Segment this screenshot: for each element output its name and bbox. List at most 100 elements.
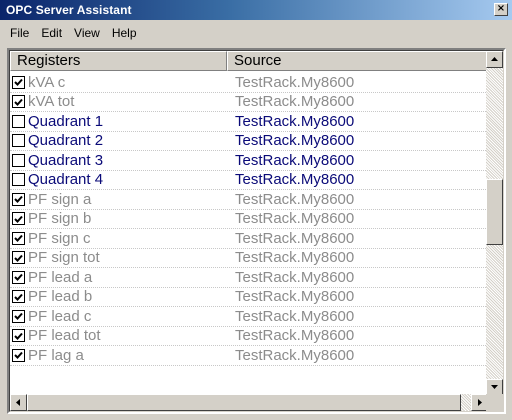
checkbox-checked[interactable] <box>12 270 25 284</box>
source-cell: TestRack.My8600 <box>235 132 355 150</box>
register-cell: PF sign a <box>10 191 227 208</box>
checkmark-icon <box>14 313 23 321</box>
table-row[interactable]: PF sign a TestRack.My8600 <box>10 190 488 210</box>
register-cell: PF lead b <box>10 288 227 305</box>
checkbox-checked[interactable] <box>12 251 25 265</box>
checkmark-icon <box>14 352 23 360</box>
register-cell: PF lead tot <box>10 327 227 344</box>
menu-file[interactable]: File <box>4 26 35 40</box>
register-label: PF sign c <box>28 229 91 247</box>
source-cell: TestRack.My8600 <box>235 151 355 169</box>
register-cell: PF sign c <box>10 230 227 247</box>
source-cell: TestRack.My8600 <box>235 190 355 208</box>
checkbox-checked[interactable] <box>12 212 25 226</box>
register-label: kVA c <box>28 73 66 91</box>
register-cell: PF lead a <box>10 269 227 286</box>
source-cell: TestRack.My8600 <box>235 288 355 306</box>
register-label: PF sign tot <box>28 249 100 267</box>
table-row[interactable]: Quadrant 4 TestRack.My8600 <box>10 171 488 190</box>
scroll-left-button[interactable] <box>10 394 27 411</box>
source-cell: TestRack.My8600 <box>235 229 355 247</box>
vertical-scrollbar[interactable] <box>486 51 503 396</box>
close-button[interactable]: × <box>494 3 508 16</box>
checkmark-icon <box>14 79 23 87</box>
table-row[interactable]: PF sign c TestRack.My8600 <box>10 229 488 249</box>
checkbox-checked[interactable] <box>12 309 25 323</box>
register-cell: kVA tot <box>10 93 227 110</box>
opc-server-assistant-window: OPC Server Assistant × File Edit View He… <box>0 0 512 420</box>
checkbox-checked[interactable] <box>12 231 25 245</box>
register-label: Quadrant 4 <box>28 171 104 189</box>
source-cell: TestRack.My8600 <box>235 93 355 111</box>
register-label: PF lag a <box>28 346 84 364</box>
register-label: PF sign a <box>28 190 92 208</box>
horizontal-scrollbar[interactable] <box>10 394 488 411</box>
title-bar[interactable]: OPC Server Assistant × <box>0 0 512 20</box>
register-cell: kVA c <box>10 74 227 91</box>
register-label: PF lead b <box>28 288 93 306</box>
scrollbar-corner <box>486 394 503 411</box>
source-cell: TestRack.My8600 <box>235 307 355 325</box>
menu-view[interactable]: View <box>68 26 106 40</box>
horizontal-scroll-thumb[interactable] <box>27 394 461 411</box>
checkbox-unchecked[interactable] <box>12 134 25 148</box>
table-row[interactable]: kVA tot TestRack.My8600 <box>10 93 488 112</box>
source-cell: TestRack.My8600 <box>235 249 355 267</box>
table-row[interactable]: PF lead c TestRack.My8600 <box>10 307 488 327</box>
list-inner-frame: Registers Source kVA c TestRack.My8600 kVA… <box>9 50 504 412</box>
checkbox-checked[interactable] <box>12 75 25 89</box>
list-header: Registers Source <box>10 51 488 71</box>
checkbox-checked[interactable] <box>12 95 25 109</box>
checkbox-checked[interactable] <box>12 290 25 304</box>
arrow-right-icon <box>478 399 482 406</box>
checkbox-unchecked[interactable] <box>12 114 25 128</box>
register-label: PF lead tot <box>28 327 101 345</box>
source-cell: TestRack.My8600 <box>235 346 355 364</box>
checkbox-checked[interactable] <box>12 192 25 206</box>
table-row[interactable]: PF sign tot TestRack.My8600 <box>10 249 488 268</box>
register-label: Quadrant 1 <box>28 112 104 130</box>
source-cell: TestRack.My8600 <box>235 171 355 189</box>
column-header-registers[interactable]: Registers <box>10 51 227 71</box>
menu-help[interactable]: Help <box>106 26 143 40</box>
source-cell: TestRack.My8600 <box>235 112 355 130</box>
register-cell: PF lead c <box>10 308 227 325</box>
table-row[interactable]: Quadrant 1 TestRack.My8600 <box>10 112 488 132</box>
vertical-scroll-thumb[interactable] <box>486 179 503 245</box>
scroll-up-button[interactable] <box>486 51 503 68</box>
menu-edit[interactable]: Edit <box>35 26 68 40</box>
table-row[interactable]: PF lag a TestRack.My8600 <box>10 346 488 366</box>
table-row[interactable]: PF lead b TestRack.My8600 <box>10 288 488 307</box>
table-row[interactable]: Quadrant 3 TestRack.My8600 <box>10 151 488 171</box>
checkmark-icon <box>14 254 23 262</box>
register-label: kVA tot <box>28 93 75 111</box>
checkmark-icon <box>14 215 23 223</box>
table-row[interactable]: PF sign b TestRack.My8600 <box>10 210 488 229</box>
table-row[interactable]: kVA c TestRack.My8600 <box>10 73 488 93</box>
register-cell: PF lag a <box>10 347 227 364</box>
register-cell: PF sign tot <box>10 249 227 266</box>
checkbox-unchecked[interactable] <box>12 173 25 187</box>
arrow-down-icon <box>491 385 498 389</box>
column-header-source[interactable]: Source <box>227 51 488 71</box>
register-cell: Quadrant 3 <box>10 152 227 169</box>
source-cell: TestRack.My8600 <box>235 73 355 91</box>
list-rows: kVA c TestRack.My8600 kVA tot TestRack.My86… <box>10 73 488 366</box>
table-row[interactable]: PF lead tot TestRack.My8600 <box>10 327 488 346</box>
table-row[interactable]: Quadrant 2 TestRack.My8600 <box>10 132 488 151</box>
window-title: OPC Server Assistant <box>6 3 132 17</box>
register-cell: Quadrant 1 <box>10 113 227 130</box>
checkmark-icon <box>14 98 23 106</box>
checkbox-checked[interactable] <box>12 348 25 362</box>
register-label: Quadrant 2 <box>28 132 104 150</box>
checkbox-checked[interactable] <box>12 329 25 343</box>
checkbox-unchecked[interactable] <box>12 153 25 167</box>
checkmark-icon <box>14 293 23 301</box>
register-cell: Quadrant 4 <box>10 171 227 188</box>
register-label: Quadrant 3 <box>28 151 104 169</box>
checkmark-icon <box>14 274 23 282</box>
checkmark-icon <box>14 332 23 340</box>
registers-list-view[interactable]: Registers Source kVA c TestRack.My8600 kVA… <box>7 48 506 414</box>
register-label: PF lead a <box>28 268 93 286</box>
table-row[interactable]: PF lead a TestRack.My8600 <box>10 268 488 288</box>
